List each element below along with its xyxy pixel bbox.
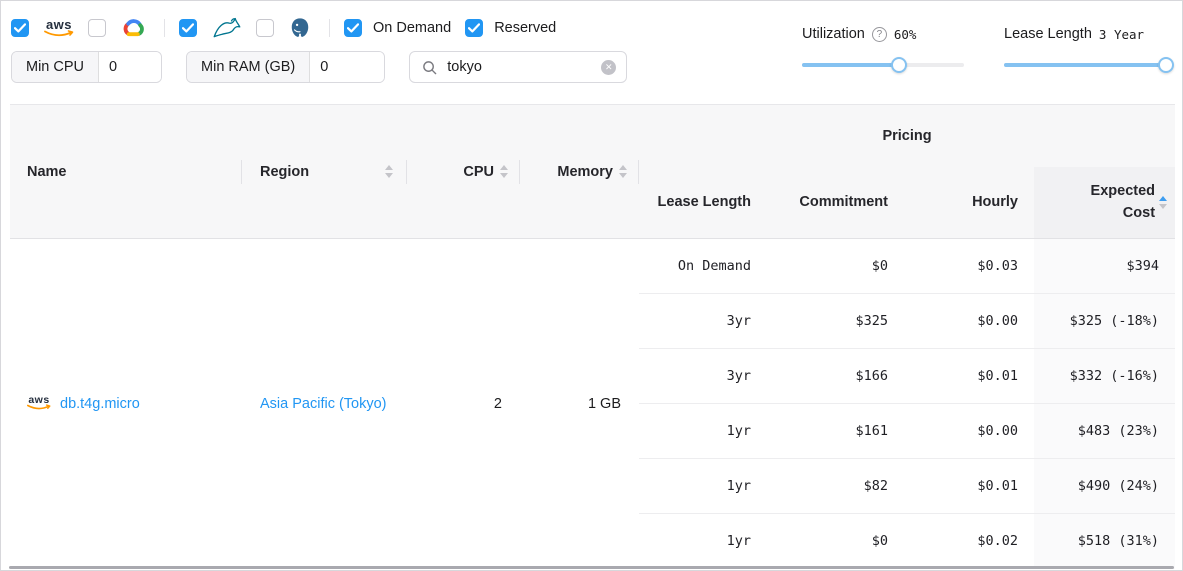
pricing-row: aws db.t4g.micro Asia Pacific (Tokyo) 2 … xyxy=(10,239,1175,294)
lease-cell: 1yr xyxy=(639,514,767,569)
on-demand-label: On Demand xyxy=(373,20,451,36)
expected-cost-cell: $394 xyxy=(1034,239,1175,294)
search-icon xyxy=(422,60,437,75)
column-header-commitment: Commitment xyxy=(767,167,904,239)
commitment-cell: $82 xyxy=(767,459,904,514)
instances-table: Name Region CPU xyxy=(10,104,1173,569)
slider-controls: Utilization ? 60% Lease Length 3 Year xyxy=(802,26,1166,73)
commitment-cell: $166 xyxy=(767,349,904,404)
utilization-control: Utilization ? 60% xyxy=(802,26,964,73)
mysql-checkbox[interactable] xyxy=(179,19,197,37)
min-cpu-group: Min CPU xyxy=(11,51,162,83)
aws-checkbox[interactable] xyxy=(11,19,29,37)
hourly-cell: $0.03 xyxy=(904,239,1034,294)
min-ram-input[interactable] xyxy=(310,52,384,82)
app-window: aws xyxy=(0,0,1183,571)
filter-on-demand: On Demand xyxy=(344,19,451,37)
filter-bar: aws xyxy=(1,1,1182,104)
utilization-slider[interactable] xyxy=(802,57,964,73)
min-cpu-label: Min CPU xyxy=(12,52,99,82)
expected-cost-cell: $325 (-18%) xyxy=(1034,294,1175,349)
column-header-memory[interactable]: Memory xyxy=(520,105,639,239)
clear-search-icon[interactable]: ✕ xyxy=(601,60,616,75)
search-input[interactable] xyxy=(445,58,601,76)
aws-logo-icon: aws xyxy=(44,19,74,38)
hourly-cell: $0.00 xyxy=(904,294,1034,349)
postgresql-elephant-icon xyxy=(289,17,311,39)
lease-length-slider[interactable] xyxy=(1004,57,1166,73)
filter-divider xyxy=(164,19,165,37)
lease-cell: 3yr xyxy=(639,294,767,349)
commitment-cell: $161 xyxy=(767,404,904,459)
filter-reserved: Reserved xyxy=(465,19,556,37)
min-ram-label: Min RAM (GB) xyxy=(187,52,310,82)
sort-icon xyxy=(619,165,627,178)
expected-cost-cell: $490 (24%) xyxy=(1034,459,1175,514)
reserved-label: Reserved xyxy=(494,20,556,36)
filter-divider xyxy=(329,19,330,37)
filter-mysql xyxy=(179,17,242,39)
instance-region-cell: Asia Pacific (Tokyo) xyxy=(242,239,407,569)
instance-cpu-cell: 2 xyxy=(407,239,520,569)
lease-cell: 3yr xyxy=(639,349,767,404)
gcp-checkbox[interactable] xyxy=(88,19,106,37)
commitment-cell: $0 xyxy=(767,514,904,569)
instance-memory-cell: 1 GB xyxy=(520,239,639,569)
lease-length-slider-thumb[interactable] xyxy=(1158,57,1174,73)
utilization-label: Utilization xyxy=(802,26,865,42)
column-header-expected-cost[interactable]: Expected Cost xyxy=(1034,167,1175,239)
lease-length-value: 3 Year xyxy=(1099,27,1144,42)
utilization-value: 60% xyxy=(894,27,917,42)
mysql-dolphin-icon xyxy=(212,17,242,39)
help-icon[interactable]: ? xyxy=(872,27,887,42)
column-header-lease-length: Lease Length xyxy=(639,167,767,239)
column-header-region[interactable]: Region xyxy=(242,105,407,239)
sort-icon-active xyxy=(1159,196,1167,209)
filter-postgresql xyxy=(256,17,311,39)
aws-icon: aws xyxy=(27,396,51,411)
expected-cost-cell: $518 (31%) xyxy=(1034,514,1175,569)
min-cpu-input[interactable] xyxy=(99,52,161,82)
instance-name-link[interactable]: db.t4g.micro xyxy=(60,396,140,412)
lease-cell: 1yr xyxy=(639,459,767,514)
on-demand-checkbox[interactable] xyxy=(344,19,362,37)
filter-gcp xyxy=(88,18,146,38)
utilization-slider-thumb[interactable] xyxy=(891,57,907,73)
lease-length-label: Lease Length xyxy=(1004,26,1092,42)
column-header-name: Name xyxy=(10,105,242,239)
instance-name-cell: aws db.t4g.micro xyxy=(10,239,242,569)
min-ram-group: Min RAM (GB) xyxy=(186,51,385,83)
sort-icon xyxy=(500,165,508,178)
horizontal-scrollbar[interactable] xyxy=(9,566,1174,569)
lease-length-control: Lease Length 3 Year xyxy=(1004,26,1166,73)
sort-icon xyxy=(385,165,393,178)
search-box[interactable]: ✕ xyxy=(409,51,627,83)
hourly-cell: $0.01 xyxy=(904,349,1034,404)
column-header-cpu[interactable]: CPU xyxy=(407,105,520,239)
lease-cell: 1yr xyxy=(639,404,767,459)
expected-cost-cell: $483 (23%) xyxy=(1034,404,1175,459)
instance-region-link[interactable]: Asia Pacific (Tokyo) xyxy=(260,396,387,412)
hourly-cell: $0.01 xyxy=(904,459,1034,514)
commitment-cell: $325 xyxy=(767,294,904,349)
hourly-cell: $0.00 xyxy=(904,404,1034,459)
commitment-cell: $0 xyxy=(767,239,904,294)
reserved-checkbox[interactable] xyxy=(465,19,483,37)
filter-aws: aws xyxy=(11,19,74,38)
google-cloud-logo-icon xyxy=(121,18,146,38)
hourly-cell: $0.02 xyxy=(904,514,1034,569)
column-header-hourly: Hourly xyxy=(904,167,1034,239)
pricing-group-header: Pricing xyxy=(639,105,1175,167)
lease-cell: On Demand xyxy=(639,239,767,294)
expected-cost-cell: $332 (-16%) xyxy=(1034,349,1175,404)
postgresql-checkbox[interactable] xyxy=(256,19,274,37)
